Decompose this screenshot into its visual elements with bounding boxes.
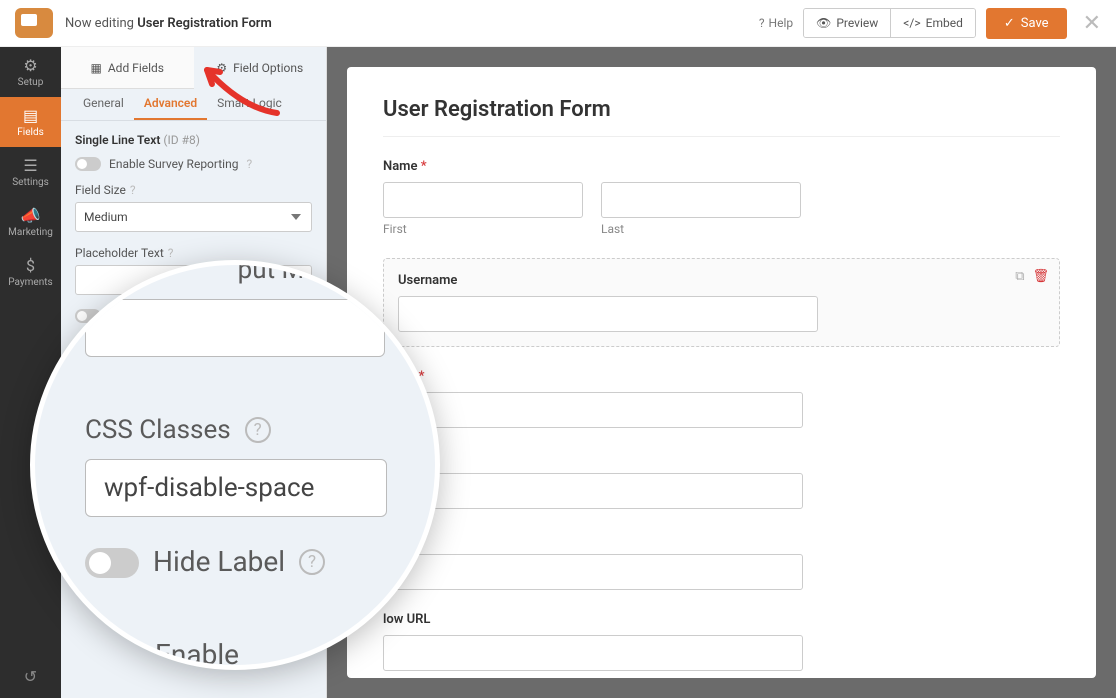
duplicate-icon[interactable]: ⧉ bbox=[1015, 269, 1024, 284]
topbar: Now editing User Registration Form ?Help… bbox=[0, 0, 1116, 47]
eye-icon: 👁 bbox=[816, 16, 831, 30]
sliders-icon: ☰ bbox=[23, 156, 37, 175]
megaphone-icon: 📣 bbox=[21, 206, 41, 225]
placeholder-label: Placeholder Text? bbox=[75, 246, 312, 260]
history-icon: ↺ bbox=[24, 667, 37, 686]
blank-field-1[interactable] bbox=[383, 450, 1060, 509]
email-field[interactable]: Email * bbox=[383, 369, 1060, 428]
help-icon: ? bbox=[299, 549, 325, 575]
dollar-icon: $ bbox=[26, 256, 35, 275]
survey-label: Enable Survey Reporting bbox=[109, 157, 238, 171]
follow-url-field[interactable]: low URL bbox=[383, 612, 1060, 671]
help-icon: ? bbox=[759, 16, 765, 30]
username-input[interactable] bbox=[398, 296, 818, 332]
editing-label: Now editing User Registration Form bbox=[65, 16, 272, 31]
code-icon: </> bbox=[903, 16, 920, 30]
survey-toggle[interactable] bbox=[75, 157, 101, 171]
help-link[interactable]: ?Help bbox=[759, 16, 793, 30]
first-name-input[interactable] bbox=[383, 182, 583, 218]
subtab-advanced[interactable]: Advanced bbox=[134, 89, 207, 120]
last-name-input[interactable] bbox=[601, 182, 801, 218]
blank-field-2[interactable] bbox=[383, 531, 1060, 590]
form-canvas: User Registration Form Name * First Last… bbox=[327, 47, 1116, 698]
embed-button[interactable]: </>Embed bbox=[890, 9, 975, 37]
help-icon: ? bbox=[245, 417, 271, 443]
nav-history[interactable]: ↺ bbox=[0, 654, 61, 698]
tab-field-options[interactable]: ⚙Field Options bbox=[194, 47, 327, 89]
hide-label-text: Hide Label bbox=[153, 545, 285, 578]
username-field[interactable]: ⧉ 🗑 Username bbox=[383, 258, 1060, 347]
field-size-label: Field Size? bbox=[75, 183, 312, 197]
nav-fields[interactable]: ▤Fields bbox=[0, 97, 61, 147]
save-button[interactable]: ✓Save bbox=[986, 8, 1067, 39]
field-title: Single Line Text (ID #8) bbox=[75, 133, 312, 147]
sliders-icon: ⚙ bbox=[216, 61, 227, 75]
form-title: User Registration Form bbox=[383, 97, 1060, 122]
check-icon: ✓ bbox=[1004, 16, 1015, 31]
nav-payments[interactable]: $Payments bbox=[0, 247, 61, 297]
name-field[interactable]: Name * First Last bbox=[383, 159, 1060, 236]
subtab-smart-logic[interactable]: Smart Logic bbox=[207, 89, 292, 120]
email-input[interactable] bbox=[383, 392, 803, 428]
hide-label-toggle[interactable] bbox=[85, 548, 139, 578]
zoom-lens: put Mask? CSS Classes? Hide Label? Enabl… bbox=[30, 260, 440, 670]
delete-icon[interactable]: 🗑 bbox=[1032, 269, 1049, 284]
nav-marketing[interactable]: 📣Marketing bbox=[0, 197, 61, 247]
form-card: User Registration Form Name * First Last… bbox=[347, 67, 1096, 678]
wpforms-logo bbox=[15, 8, 53, 38]
gear-icon: ⚙ bbox=[23, 56, 37, 75]
input-mask-input[interactable] bbox=[85, 299, 385, 357]
tab-add-fields[interactable]: ▦Add Fields bbox=[61, 47, 194, 89]
form-icon: ▤ bbox=[23, 106, 38, 125]
preview-button[interactable]: 👁Preview bbox=[804, 9, 890, 37]
css-classes-input[interactable] bbox=[85, 459, 387, 517]
field-size-select[interactable]: Medium bbox=[75, 202, 312, 232]
subtab-general[interactable]: General bbox=[73, 89, 134, 120]
close-icon[interactable]: ✕ bbox=[1083, 11, 1101, 36]
help-icon[interactable]: ? bbox=[130, 183, 136, 197]
help-icon[interactable]: ? bbox=[168, 246, 174, 260]
grid-icon: ▦ bbox=[91, 61, 102, 75]
help-icon[interactable]: ? bbox=[246, 157, 252, 171]
nav-settings[interactable]: ☰Settings bbox=[0, 147, 61, 197]
css-classes-label: CSS Classes bbox=[85, 415, 231, 445]
nav-setup[interactable]: ⚙Setup bbox=[0, 47, 61, 97]
